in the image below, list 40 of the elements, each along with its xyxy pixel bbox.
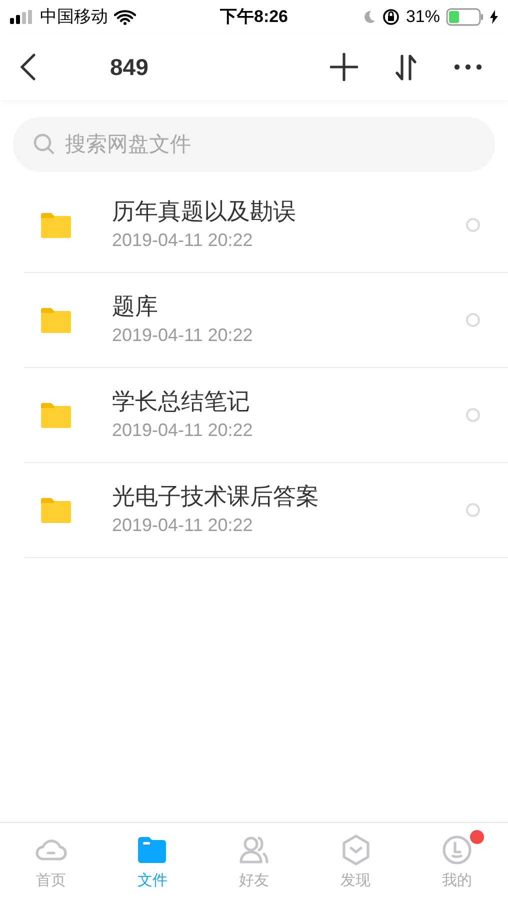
search-field[interactable]: 搜索网盘文件 (13, 117, 495, 172)
moon-icon (362, 10, 376, 24)
file-row[interactable]: 光电子技术课后答案 2019-04-11 20:22 (24, 463, 508, 558)
folder-icon (41, 212, 71, 238)
file-name: 历年真题以及勘误 (112, 197, 297, 226)
file-date: 2019-04-11 20:22 (112, 324, 254, 347)
tab-item[interactable]: 好友 (203, 823, 305, 900)
plus-icon (330, 53, 358, 81)
search-icon (33, 133, 55, 155)
select-radio[interactable] (466, 313, 480, 327)
tab-item[interactable]: 发现 (304, 823, 406, 900)
tab-item[interactable]: 首页 (0, 823, 102, 900)
file-name: 题库 (112, 292, 159, 321)
folder-title: 849 (110, 52, 148, 82)
file-row[interactable]: 题库 2019-04-11 20:22 (24, 273, 508, 368)
back-icon (20, 53, 36, 81)
signal-icon (10, 10, 34, 24)
wifi-icon (114, 9, 136, 25)
more-icon (454, 64, 482, 70)
folder-icon (41, 402, 71, 428)
file-name: 光电子技术课后答案 (112, 482, 320, 511)
tab-item[interactable]: 我的 (406, 823, 508, 900)
file-name: 学长总结笔记 (112, 387, 251, 416)
file-date: 2019-04-11 20:22 (112, 229, 254, 252)
sort-icon (393, 53, 419, 81)
battery-icon (446, 8, 484, 26)
folder-icon (41, 498, 71, 522)
file-row[interactable]: 历年真题以及勘误 2019-04-11 20:22 (24, 178, 508, 273)
tab-item[interactable]: 文件 (102, 823, 204, 900)
charging-icon (490, 10, 498, 24)
select-radio[interactable] (466, 503, 480, 517)
file-date: 2019-04-11 20:22 (112, 514, 254, 537)
battery-percent: 31% (406, 6, 440, 28)
file-date: 2019-04-11 20:22 (112, 419, 254, 442)
file-row[interactable]: 学长总结笔记 2019-04-11 20:22 (24, 368, 508, 463)
status-time: 下午8:26 (220, 6, 288, 28)
carrier-name: 中国移动 (40, 6, 108, 28)
select-radio[interactable] (466, 408, 480, 422)
folder-icon (41, 308, 71, 332)
select-radio[interactable] (466, 218, 480, 232)
